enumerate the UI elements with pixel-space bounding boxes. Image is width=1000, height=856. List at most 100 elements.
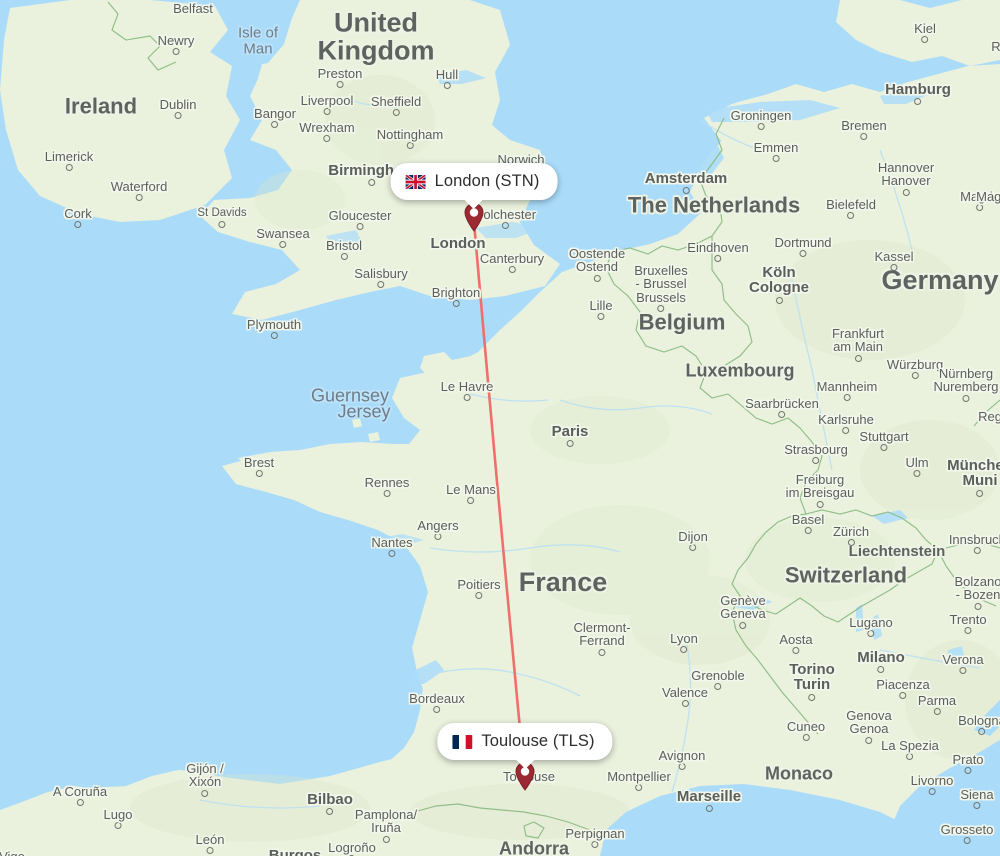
city-label: Freiburg im Breisgau [786, 473, 854, 508]
city-label: Valence [661, 685, 709, 708]
city-label-text: Bologna [958, 713, 1000, 728]
city-marker-dot [792, 647, 800, 655]
city-marker-dot [714, 255, 722, 263]
city-marker-dot [880, 444, 888, 452]
city-marker-dot [775, 296, 783, 304]
city-label-text: Liverpool [300, 93, 354, 108]
city-label: Bilbao [307, 792, 353, 816]
city-label: Poitiers [457, 578, 501, 600]
city-label: Paris [552, 424, 588, 448]
city-marker-dot [847, 212, 855, 220]
city-label: Dijon [678, 530, 708, 552]
city-label-text: Rennes [364, 475, 410, 490]
destination-callout-toulouse-tls[interactable]: Toulouse (TLS) [437, 723, 613, 769]
city-marker-dot [467, 497, 475, 505]
city-label-text: Avignon [658, 748, 706, 763]
city-marker-dot [135, 194, 143, 202]
city-label: Magde [976, 189, 1000, 204]
city-marker-dot [566, 440, 574, 448]
city-marker-dot [598, 648, 606, 656]
city-marker-dot [406, 142, 414, 150]
city-label-text: Lugano [849, 615, 893, 630]
city-label: Sheffield [371, 95, 421, 117]
city-label: Hamburg [885, 82, 951, 106]
city-label: Oostende Ostend [569, 247, 625, 282]
city-label: Vigo [0, 850, 25, 856]
city-marker-dot [962, 394, 970, 402]
origin-callout-london-stn[interactable]: London (STN) [390, 163, 558, 209]
city-label-text: Bremen [841, 118, 887, 133]
city-marker-dot [899, 692, 907, 700]
country-label-jersey: Jersey [337, 401, 391, 422]
city-label: Kiel [914, 22, 936, 44]
city-label-text: Limerick [44, 149, 94, 164]
city-label-text: Strasbourg [784, 442, 848, 457]
city-marker-dot [255, 470, 263, 478]
city-label-text: Magde [976, 189, 1000, 204]
country-label-isle-of-man: Isle of Man [237, 24, 279, 57]
city-marker-dot [974, 602, 982, 610]
city-marker-dot [172, 48, 180, 56]
city-marker-dot [921, 36, 929, 44]
city-label: Bangor [254, 107, 296, 129]
city-marker-dot [681, 700, 689, 708]
city-marker-dot [434, 533, 442, 541]
city-label-text: Mannheim [816, 379, 878, 394]
city-label-text: Verona [942, 652, 984, 667]
city-label: Belfast [173, 2, 213, 16]
city-marker-dot [890, 264, 898, 272]
city-marker-dot [591, 841, 599, 849]
city-label: Dublin [160, 98, 196, 120]
city-label-text: London [430, 235, 486, 252]
city-marker-dot [808, 693, 816, 701]
city-label: Siena [960, 788, 994, 810]
city-label-text: Livorno [910, 773, 954, 788]
city-marker-dot [279, 241, 287, 249]
origin-callout-label: London (STN) [434, 172, 540, 190]
country-label-monaco: Monaco [764, 763, 834, 784]
city-marker-dot [635, 784, 643, 792]
city-label: London [430, 235, 486, 252]
city-marker-dot [963, 837, 971, 845]
city-marker-dot [757, 123, 765, 131]
city-marker-dot [452, 300, 460, 308]
country-label-netherlands: The Netherlands [627, 192, 801, 218]
city-label: Lugo [104, 808, 132, 830]
city-label-text: St Davids [197, 207, 247, 219]
city-label: Bordeaux [409, 692, 465, 714]
city-label: Liverpool [300, 93, 354, 116]
city-label: Cork [64, 207, 92, 229]
city-marker-dot [973, 547, 981, 555]
city-marker-dot [336, 81, 344, 89]
city-marker-dot [218, 220, 226, 228]
city-label-text: Köln Cologne [749, 264, 809, 297]
flight-route-map[interactable]: Ireland United Kingdom Isle of Man Guern… [0, 0, 1000, 856]
city-label: Nantes [371, 536, 413, 558]
city-marker-dot [911, 372, 919, 380]
city-marker-dot [114, 822, 122, 830]
city-label-text: Saarbrücken [745, 396, 819, 411]
city-marker-dot [976, 204, 984, 212]
city-label-text: Bielefeld [826, 197, 876, 212]
city-label-text: Emmen [753, 140, 799, 155]
city-label: Bruxelles - Brussel Brussels [634, 264, 688, 312]
city-label: Köln Cologne [749, 265, 809, 304]
city-label: Mannheim [816, 379, 878, 402]
city-label: Eindhoven [687, 241, 749, 263]
city-label-text: Lyon [670, 631, 698, 646]
city-marker-dot [964, 627, 972, 635]
city-marker-dot [877, 666, 885, 674]
country-label-ireland: Ireland [64, 93, 138, 119]
city-label: Lyon [670, 631, 698, 654]
city-label-text: Valence [661, 685, 709, 700]
city-label-text: Vigo [0, 850, 25, 856]
city-label-text: R [991, 39, 1000, 54]
city-marker-dot [913, 470, 921, 478]
city-label: Brest [244, 456, 274, 478]
city-label-text: Montpellier [607, 769, 671, 784]
city-label: Wrexham [299, 121, 355, 143]
city-marker-dot [74, 221, 82, 229]
city-label: Nürnberg Nuremberg [933, 367, 999, 402]
city-label-text: Cuneo [786, 719, 826, 734]
city-marker-dot [593, 274, 601, 282]
